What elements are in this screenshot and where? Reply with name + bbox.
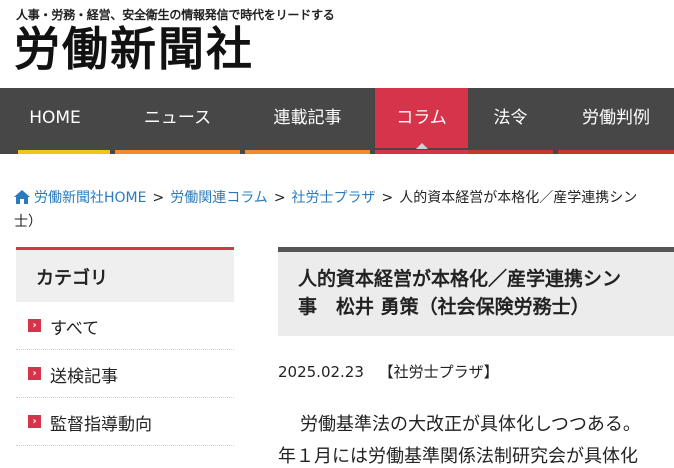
breadcrumb-plaza-link[interactable]: 社労士プラザ [292,190,376,206]
sidebar-item-prosecution[interactable]: › 送検記事 [16,350,234,398]
nav-cases-label: 労働判例 [582,108,650,128]
nav-column[interactable]: コラム [375,88,468,154]
article-date: 2025.02.23 [278,363,364,381]
category-sidebar: カテゴリ › すべて › 送検記事 › 監督指導動向 [16,247,234,446]
breadcrumb-current-wrap: 士） [14,214,42,230]
nav-column-label: コラム [396,108,447,128]
article-title-line2: 事 松井 勇策（社会保険労務士） [298,296,590,318]
nav-cases-underline [558,150,674,154]
arrow-right-icon: › [28,319,41,332]
home-icon [14,190,30,204]
nav-home-label: HOME [29,108,81,128]
nav-series[interactable]: 連載記事 [245,88,370,154]
article-category[interactable]: 【社労士プラザ】 [379,363,499,381]
breadcrumb-home-link[interactable]: 労働新聞社HOME [34,190,146,206]
breadcrumb-separator: > [381,190,394,206]
sidebar-item-label: 送検記事 [50,367,118,387]
article-meta: 2025.02.23 【社労士プラザ】 [278,361,499,382]
title-accent-bar [306,247,430,252]
article-header: 人的資本経営が本格化／産学連携シン 事 松井 勇策（社会保険労務士） [278,247,674,336]
nav-column-underline [375,150,468,154]
article-body-line1: 労働基準法の大改正が具体化しつつある。 [300,414,641,435]
site-logo[interactable]: 労働新聞社 [14,20,254,78]
breadcrumb-current: 人的資本経営が本格化／産学連携シン [399,190,638,206]
article-body-line2: 年１月には労働基準関係法制研究会が具体化 [278,446,638,467]
nav-home[interactable]: HOME [0,88,110,154]
nav-law-label: 法令 [493,108,528,128]
article-title-box: 人的資本経営が本格化／産学連携シン 事 松井 勇策（社会保険労務士） [278,247,674,336]
sidebar-heading-box: カテゴリ [16,247,234,302]
breadcrumb: 労働新聞社HOME > 労働関連コラム > 社労士プラザ > 人的資本経営が本格化／産学連携… [14,186,674,234]
nav-law[interactable]: 法令 [468,88,553,154]
breadcrumb-separator: > [152,190,165,206]
nav-news-underline [115,150,240,154]
sidebar-item-label: 監督指導動向 [50,415,152,435]
nav-cases[interactable]: 労働判例 [558,88,674,154]
article-title: 人的資本経営が本格化／産学連携シン 事 松井 勇策（社会保険労務士） [298,265,674,321]
nav-series-underline [245,150,370,154]
site-header: 人事・労務・経営、安全衛生の情報発信で時代をリードする 労働新聞社 [0,0,674,88]
nav-news-label: ニュース [143,108,212,128]
article-title-line1: 人的資本経営が本格化／産学連携シン [298,268,622,290]
nav-home-underline [18,150,110,154]
arrow-right-icon: › [28,367,41,380]
breadcrumb-separator: > [273,190,286,206]
breadcrumb-column-link[interactable]: 労働関連コラム [170,190,268,206]
sidebar-item-inspection[interactable]: › 監督指導動向 [16,398,234,446]
arrow-right-icon: › [28,415,41,428]
sidebar-item-label: すべて [50,319,100,339]
sidebar-item-all[interactable]: › すべて [16,302,234,350]
nav-law-underline [468,150,553,154]
sidebar-heading: カテゴリ [36,268,108,289]
nav-active-caret-icon [415,143,428,149]
nav-series-label: 連載記事 [273,108,342,128]
main-nav: HOME ニュース 連載記事 コラム 法令 労働判例 [0,88,674,154]
nav-news[interactable]: ニュース [115,88,240,154]
